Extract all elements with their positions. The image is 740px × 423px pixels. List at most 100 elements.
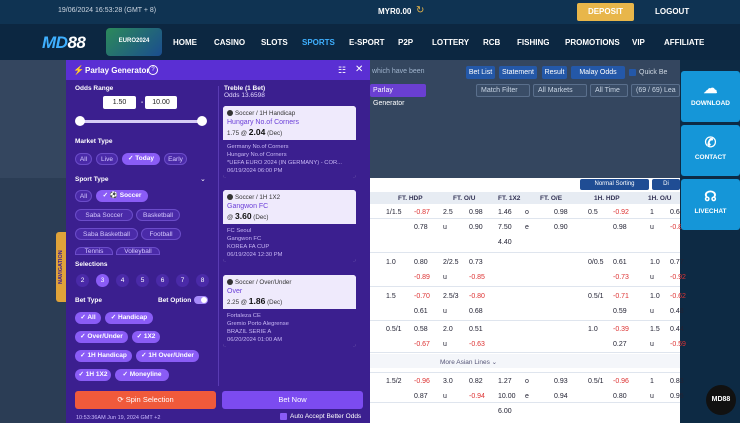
- spin-selection-button[interactable]: ⟳ Spin Selection: [75, 391, 216, 409]
- odds-cell[interactable]: 0.90: [554, 224, 568, 231]
- league-count-select[interactable]: (69 / 69) Lea: [631, 84, 680, 97]
- selection-4[interactable]: 4: [116, 274, 129, 287]
- nav-promotions[interactable]: PROMOTIONS: [565, 38, 620, 47]
- odds-cell[interactable]: 0.48: [670, 308, 684, 315]
- odds-min-slider-handle[interactable]: [75, 116, 85, 126]
- sport-tennis-chip[interactable]: Tennis: [75, 247, 113, 255]
- odds-cell[interactable]: -0.80: [469, 293, 485, 300]
- odds-cell[interactable]: -0.87: [414, 209, 430, 216]
- bettype-1h-handicap-chip[interactable]: ✓ 1H Handicap: [75, 350, 132, 362]
- odds-cell[interactable]: -0.89: [414, 274, 430, 281]
- auto-accept-checkbox[interactable]: [280, 413, 287, 420]
- nav-casino[interactable]: CASINO: [214, 38, 245, 47]
- selection-7[interactable]: 7: [176, 274, 189, 287]
- nav-rcb[interactable]: RCB: [483, 38, 500, 47]
- selection-card[interactable]: Soccer / Over/Under Over 2.25 @ 1.86 (De…: [223, 275, 356, 347]
- contact-button[interactable]: ✆ CONTACT: [681, 125, 740, 176]
- selection-5[interactable]: 5: [136, 274, 149, 287]
- nav-sports[interactable]: SPORTS: [302, 38, 335, 47]
- odds-cell[interactable]: 0/0.5: [588, 259, 604, 266]
- bettype-over-under-chip[interactable]: ✓ Over/Under: [75, 331, 128, 343]
- odds-cell[interactable]: 0.5/1: [588, 293, 604, 300]
- chevron-down-icon[interactable]: ⌄: [200, 175, 206, 183]
- odds-cell[interactable]: 0.87: [414, 393, 428, 400]
- odds-cell[interactable]: 0.78: [414, 224, 428, 231]
- more-asian-lines-link[interactable]: More Asian Lines ⌄: [440, 358, 497, 366]
- nav-slots[interactable]: SLOTS: [261, 38, 288, 47]
- bettype-handicap-chip[interactable]: ✓ Handicap: [105, 312, 153, 324]
- odds-cell[interactable]: -0.67: [414, 341, 430, 348]
- nav-affiliate[interactable]: AFFILIATE: [664, 38, 704, 47]
- selection-card[interactable]: Soccer / 1H Handicap Hungary No.of Corne…: [223, 106, 356, 178]
- odds-cell[interactable]: 0.73: [469, 259, 483, 266]
- bettype-1x2-chip[interactable]: ✓ 1X2: [132, 331, 160, 343]
- odds-cell[interactable]: 1: [650, 209, 654, 216]
- quick-bet-checkbox[interactable]: [629, 68, 636, 76]
- odds-cell[interactable]: 0.90: [469, 224, 483, 231]
- selection-8[interactable]: 8: [196, 274, 209, 287]
- odds-cell[interactable]: 0.93: [554, 378, 568, 385]
- md88-floating-badge[interactable]: MD88: [706, 385, 736, 415]
- odds-cell[interactable]: -0.70: [414, 293, 430, 300]
- odds-cell[interactable]: 1.0: [650, 293, 660, 300]
- bettype-1h-over-under-chip[interactable]: ✓ 1H Over/Under: [136, 350, 199, 362]
- refresh-icon[interactable]: ↻: [416, 5, 427, 16]
- nav-p2p[interactable]: P2P: [398, 38, 413, 47]
- nav-esport[interactable]: E-SPORT: [349, 38, 385, 47]
- close-icon[interactable]: ✕: [355, 64, 363, 75]
- odds-cell[interactable]: 1.0: [588, 326, 598, 333]
- odds-cell[interactable]: 1.27: [498, 378, 512, 385]
- market-all-chip[interactable]: All: [75, 153, 92, 165]
- sport-basketball-chip[interactable]: Basketball: [136, 209, 180, 221]
- odds-cell[interactable]: 0.58: [414, 326, 428, 333]
- selection-3[interactable]: 3: [96, 274, 109, 287]
- sport-all-chip[interactable]: All: [75, 190, 92, 202]
- sport-saba-basketball-chip[interactable]: Saba Basketball: [75, 228, 138, 240]
- selection-6[interactable]: 6: [156, 274, 169, 287]
- odds-cell[interactable]: 7.50: [498, 224, 512, 231]
- odds-cell[interactable]: -0.94: [469, 393, 485, 400]
- match-filter-select[interactable]: Match Filter: [476, 84, 530, 97]
- odds-cell[interactable]: 1.0: [650, 259, 660, 266]
- odds-cell[interactable]: -0.59: [670, 341, 686, 348]
- all-time-select[interactable]: All Time: [590, 84, 628, 97]
- market-early-chip[interactable]: Early: [164, 153, 187, 165]
- odds-cell[interactable]: 4.40: [498, 239, 512, 246]
- odds-max-slider-handle[interactable]: [197, 116, 207, 126]
- logout-link[interactable]: LOGOUT: [655, 7, 689, 16]
- sport-saba-soccer-chip[interactable]: Saba Soccer: [75, 209, 133, 221]
- nav-fishing[interactable]: FISHING: [517, 38, 549, 47]
- odds-cell[interactable]: 0.44: [670, 326, 684, 333]
- odds-max-input[interactable]: 10.00: [145, 96, 177, 109]
- parlay-generator-badge[interactable]: Parlay Generator: [370, 84, 426, 107]
- odds-cell[interactable]: 0.5/1: [588, 378, 604, 385]
- odds-cell[interactable]: 0.77: [670, 259, 684, 266]
- odds-cell[interactable]: -0.63: [469, 341, 485, 348]
- deposit-button[interactable]: DEPOSIT: [577, 3, 634, 21]
- odds-cell[interactable]: -0.85: [469, 274, 485, 281]
- odds-cell[interactable]: 0.98: [554, 209, 568, 216]
- sport-soccer-chip[interactable]: ✓ ⚽ Soccer: [96, 190, 148, 202]
- odds-cell[interactable]: -0.96: [414, 378, 430, 385]
- all-markets-select[interactable]: All Markets: [533, 84, 587, 97]
- odds-type-select[interactable]: Malay Odds: [571, 66, 625, 79]
- odds-cell[interactable]: 0.61: [414, 308, 428, 315]
- sport-football-chip[interactable]: Football: [141, 228, 181, 240]
- bettype-1h-1x2-chip[interactable]: ✓ 1H 1X2: [75, 369, 111, 381]
- odds-cell[interactable]: 0.83: [670, 378, 684, 385]
- auto-accept-toggle[interactable]: Auto Accept Better Odds: [280, 413, 361, 420]
- normal-sorting-select[interactable]: Normal Sorting: [580, 179, 649, 190]
- bet-now-button[interactable]: Bet Now: [222, 391, 363, 409]
- odds-cell[interactable]: 1: [650, 378, 654, 385]
- bet-option-toggle[interactable]: [194, 296, 208, 304]
- settings-sliders-icon[interactable]: ☷: [338, 65, 346, 76]
- odds-cell[interactable]: 10.00: [498, 393, 516, 400]
- selection-2[interactable]: 2: [76, 274, 89, 287]
- bettype-moneyline-chip[interactable]: ✓ Moneyline: [115, 369, 169, 381]
- help-icon[interactable]: ?: [148, 65, 158, 75]
- odds-cell[interactable]: 0.82: [469, 378, 483, 385]
- md88-logo[interactable]: MD88: [42, 33, 86, 53]
- livechat-button[interactable]: ☊ LIVECHAT: [681, 179, 740, 230]
- result-button[interactable]: Result: [542, 66, 567, 79]
- odds-cell[interactable]: 6.00: [498, 408, 512, 415]
